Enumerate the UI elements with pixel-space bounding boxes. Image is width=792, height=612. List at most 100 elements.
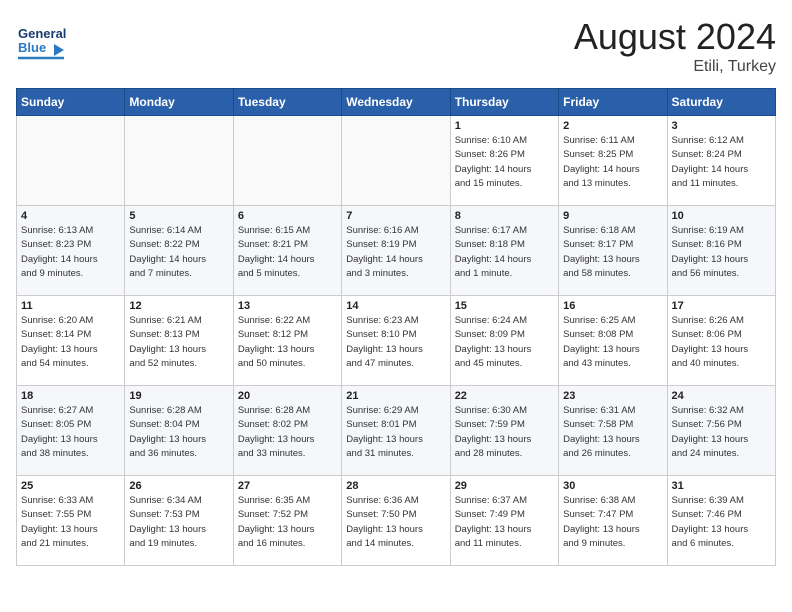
day-info: Sunrise: 6:10 AMSunset: 8:26 PMDaylight:… (455, 134, 554, 191)
week-row-1: 1Sunrise: 6:10 AMSunset: 8:26 PMDaylight… (17, 116, 776, 206)
day-info: Sunrise: 6:34 AMSunset: 7:53 PMDaylight:… (129, 494, 228, 551)
calendar-cell: 10 Sunrise: 6:19 AMSunset: 8:16 PMDayligh… (667, 206, 775, 296)
calendar-cell: 16Sunrise: 6:25 AMSunset: 8:08 PMDayligh… (559, 296, 667, 386)
calendar-cell: 14 Sunrise: 6:23 AMSunset: 8:10 PMDayligh… (342, 296, 450, 386)
calendar-cell: 29 Sunrise: 6:37 AMSunset: 7:49 PMDayligh… (450, 476, 558, 566)
day-info: Sunrise: 6:26 AMSunset: 8:06 PMDaylight:… (672, 314, 771, 371)
day-number: 5 (129, 210, 228, 222)
calendar-cell: 19 Sunrise: 6:28 AMSunset: 8:04 PMDayligh… (125, 386, 233, 476)
day-number: 2 (563, 120, 662, 132)
calendar-cell: 21Sunrise: 6:29 AMSunset: 8:01 PMDayligh… (342, 386, 450, 476)
calendar-cell: 1Sunrise: 6:10 AMSunset: 8:26 PMDaylight… (450, 116, 558, 206)
day-number: 26 (129, 480, 228, 492)
day-info: Sunrise: 6:23 AMSunset: 8:10 PMDaylight:… (346, 314, 445, 371)
day-number: 21 (346, 390, 445, 402)
day-info: Sunrise: 6:39 AMSunset: 7:46 PMDaylight:… (672, 494, 771, 551)
day-info: Sunrise: 6:33 AMSunset: 7:55 PMDaylight:… (21, 494, 120, 551)
day-number: 10 (672, 210, 771, 222)
day-number: 14 (346, 300, 445, 312)
week-row-3: 11 Sunrise: 6:20 AMSunset: 8:14 PMDayligh… (17, 296, 776, 386)
calendar-cell: 9 Sunrise: 6:18 AMSunset: 8:17 PMDaylight… (559, 206, 667, 296)
calendar-cell: 28 Sunrise: 6:36 AMSunset: 7:50 PMDayligh… (342, 476, 450, 566)
weekday-header-wednesday: Wednesday (342, 89, 450, 116)
day-number: 9 (563, 210, 662, 222)
day-info: Sunrise: 6:37 AMSunset: 7:49 PMDaylight:… (455, 494, 554, 551)
calendar-table: SundayMondayTuesdayWednesdayThursdayFrid… (16, 88, 776, 566)
weekday-header-sunday: Sunday (17, 89, 125, 116)
calendar-cell: 17 Sunrise: 6:26 AMSunset: 8:06 PMDayligh… (667, 296, 775, 386)
day-info: Sunrise: 6:28 AMSunset: 8:02 PMDaylight:… (238, 404, 337, 461)
day-number: 11 (21, 300, 120, 312)
day-number: 30 (563, 480, 662, 492)
day-number: 28 (346, 480, 445, 492)
day-info: Sunrise: 6:22 AMSunset: 8:12 PMDaylight:… (238, 314, 337, 371)
day-info: Sunrise: 6:16 AMSunset: 8:19 PMDaylight:… (346, 224, 445, 281)
month-title: August 2024 (574, 16, 776, 58)
day-info: Sunrise: 6:31 AMSunset: 7:58 PMDaylight:… (563, 404, 662, 461)
day-number: 16 (563, 300, 662, 312)
logo: General Blue (16, 16, 66, 66)
location-subtitle: Etili, Turkey (574, 58, 776, 76)
day-number: 13 (238, 300, 337, 312)
day-info: Sunrise: 6:15 AMSunset: 8:21 PMDaylight:… (238, 224, 337, 281)
week-row-5: 25 Sunrise: 6:33 AMSunset: 7:55 PMDayligh… (17, 476, 776, 566)
day-number: 15 (455, 300, 554, 312)
day-number: 23 (563, 390, 662, 402)
calendar-cell: 2Sunrise: 6:11 AMSunset: 8:25 PMDaylight… (559, 116, 667, 206)
day-number: 18 (21, 390, 120, 402)
calendar-cell: 15Sunrise: 6:24 AMSunset: 8:09 PMDayligh… (450, 296, 558, 386)
day-info: Sunrise: 6:18 AMSunset: 8:17 PMDaylight:… (563, 224, 662, 281)
day-number: 3 (672, 120, 771, 132)
day-info: Sunrise: 6:30 AMSunset: 7:59 PMDaylight:… (455, 404, 554, 461)
day-number: 8 (455, 210, 554, 222)
day-number: 29 (455, 480, 554, 492)
day-number: 27 (238, 480, 337, 492)
day-info: Sunrise: 6:38 AMSunset: 7:47 PMDaylight:… (563, 494, 662, 551)
day-info: Sunrise: 6:35 AMSunset: 7:52 PMDaylight:… (238, 494, 337, 551)
day-info: Sunrise: 6:28 AMSunset: 8:04 PMDaylight:… (129, 404, 228, 461)
day-number: 19 (129, 390, 228, 402)
calendar-cell (342, 116, 450, 206)
calendar-cell (233, 116, 341, 206)
calendar-cell: 4 Sunrise: 6:13 AMSunset: 8:23 PMDaylight… (17, 206, 125, 296)
weekday-header-row: SundayMondayTuesdayWednesdayThursdayFrid… (17, 89, 776, 116)
calendar-cell: 25 Sunrise: 6:33 AMSunset: 7:55 PMDayligh… (17, 476, 125, 566)
day-number: 12 (129, 300, 228, 312)
calendar-cell: 23 Sunrise: 6:31 AMSunset: 7:58 PMDayligh… (559, 386, 667, 476)
calendar-cell: 27 Sunrise: 6:35 AMSunset: 7:52 PMDayligh… (233, 476, 341, 566)
calendar-cell: 31Sunrise: 6:39 AMSunset: 7:46 PMDayligh… (667, 476, 775, 566)
calendar-cell: 7 Sunrise: 6:16 AMSunset: 8:19 PMDaylight… (342, 206, 450, 296)
weekday-header-tuesday: Tuesday (233, 89, 341, 116)
title-area: August 2024 Etili, Turkey (574, 16, 776, 76)
day-number: 24 (672, 390, 771, 402)
calendar-cell: 13 Sunrise: 6:22 AMSunset: 8:12 PMDayligh… (233, 296, 341, 386)
day-info: Sunrise: 6:20 AMSunset: 8:14 PMDaylight:… (21, 314, 120, 371)
calendar-cell: 3 Sunrise: 6:12 AMSunset: 8:24 PMDaylight… (667, 116, 775, 206)
calendar-cell: 18Sunrise: 6:27 AMSunset: 8:05 PMDayligh… (17, 386, 125, 476)
day-info: Sunrise: 6:12 AMSunset: 8:24 PMDaylight:… (672, 134, 771, 191)
calendar-cell: 20 Sunrise: 6:28 AMSunset: 8:02 PMDayligh… (233, 386, 341, 476)
day-info: Sunrise: 6:19 AMSunset: 8:16 PMDaylight:… (672, 224, 771, 281)
day-info: Sunrise: 6:36 AMSunset: 7:50 PMDaylight:… (346, 494, 445, 551)
day-number: 6 (238, 210, 337, 222)
weekday-header-monday: Monday (125, 89, 233, 116)
calendar-cell: 5 Sunrise: 6:14 AMSunset: 8:22 PMDaylight… (125, 206, 233, 296)
day-number: 4 (21, 210, 120, 222)
day-number: 20 (238, 390, 337, 402)
calendar-cell: 30 Sunrise: 6:38 AMSunset: 7:47 PMDayligh… (559, 476, 667, 566)
calendar-cell (17, 116, 125, 206)
week-row-4: 18Sunrise: 6:27 AMSunset: 8:05 PMDayligh… (17, 386, 776, 476)
weekday-header-saturday: Saturday (667, 89, 775, 116)
svg-text:General: General (18, 26, 66, 41)
svg-text:Blue: Blue (18, 40, 46, 55)
day-info: Sunrise: 6:13 AMSunset: 8:23 PMDaylight:… (21, 224, 120, 281)
day-info: Sunrise: 6:21 AMSunset: 8:13 PMDaylight:… (129, 314, 228, 371)
weekday-header-friday: Friday (559, 89, 667, 116)
calendar-cell: 12 Sunrise: 6:21 AMSunset: 8:13 PMDayligh… (125, 296, 233, 386)
day-number: 25 (21, 480, 120, 492)
day-info: Sunrise: 6:14 AMSunset: 8:22 PMDaylight:… (129, 224, 228, 281)
day-number: 17 (672, 300, 771, 312)
day-number: 7 (346, 210, 445, 222)
day-number: 22 (455, 390, 554, 402)
calendar-cell: 24Sunrise: 6:32 AMSunset: 7:56 PMDayligh… (667, 386, 775, 476)
